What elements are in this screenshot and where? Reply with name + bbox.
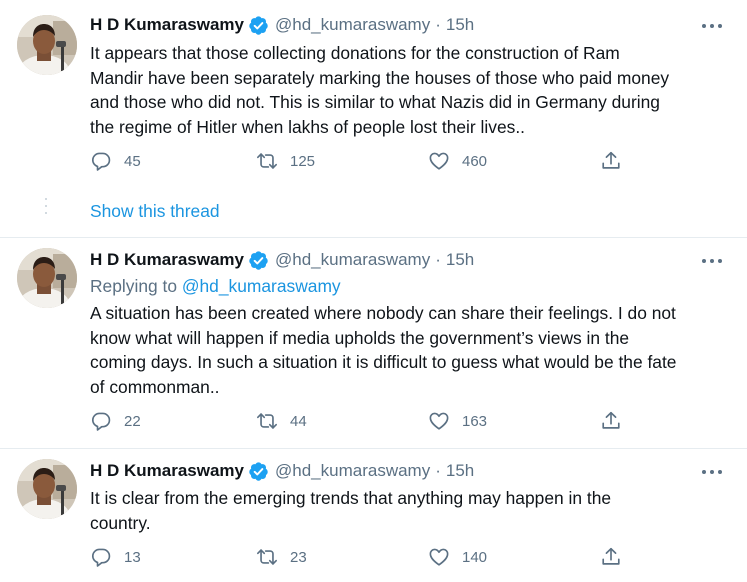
tweet-text-line: the regime of Hitler when lakhs of peopl… [90, 116, 525, 137]
divider [0, 448, 747, 449]
avatar[interactable] [17, 248, 77, 308]
retweet-count: 125 [290, 152, 316, 170]
tweet-actions: 45 125 460 [90, 150, 622, 172]
reply-count: 22 [124, 412, 141, 430]
like-count: 163 [462, 412, 488, 430]
like-button[interactable]: 163 [428, 410, 600, 432]
retweet-icon [256, 150, 278, 172]
reply-icon [90, 546, 112, 568]
author-handle[interactable]: @hd_kumaraswamy [275, 461, 430, 481]
retweet-count: 44 [290, 412, 307, 430]
tweet-text-line: A situation has been created where nobod… [90, 303, 676, 323]
avatar[interactable] [17, 459, 77, 519]
separator: · [435, 461, 441, 480]
tweet-header: H D Kumaraswamy @hd_kumaraswamy · 15h [90, 249, 474, 271]
tweet-text: It appears that those collecting donatio… [90, 41, 730, 139]
retweet-icon [256, 546, 278, 568]
retweet-count: 23 [290, 548, 307, 566]
verified-icon [248, 461, 269, 482]
like-count: 460 [462, 152, 488, 170]
replying-to-handle[interactable]: @hd_kumaraswamy [182, 276, 341, 296]
show-thread-link[interactable]: Show this thread [90, 201, 220, 222]
author-handle[interactable]: @hd_kumaraswamy [275, 250, 430, 270]
tweet-actions: 22 44 163 [90, 410, 622, 432]
share-button[interactable] [600, 150, 622, 172]
share-icon [600, 150, 622, 172]
reply-count: 45 [124, 152, 141, 170]
reply-count: 13 [124, 548, 141, 566]
share-icon [600, 410, 622, 432]
separator: · [435, 250, 441, 269]
like-icon [428, 150, 450, 172]
author-name[interactable]: H D Kumaraswamy [90, 461, 244, 481]
avatar-image [17, 15, 77, 75]
author-name[interactable]: H D Kumaraswamy [90, 250, 244, 270]
reply-icon [90, 410, 112, 432]
verified-icon [248, 250, 269, 271]
tweet-text-line: Mandir have been separately marking the … [90, 67, 670, 88]
separator: · [435, 15, 441, 34]
avatar-image [17, 459, 77, 519]
tweet-text-line: It appears that those collecting donatio… [90, 43, 620, 63]
tweet-text-line: coming days. In such a situation it is d… [90, 352, 677, 372]
reply-button[interactable]: 13 [90, 546, 256, 568]
more-icon[interactable] [701, 467, 723, 477]
replying-to: Replying to @hd_kumaraswamy [90, 276, 341, 297]
timestamp[interactable]: 15h [446, 15, 474, 35]
tweet-text: It is clear from the emerging trends tha… [90, 486, 730, 535]
like-icon [428, 410, 450, 432]
retweet-button[interactable]: 23 [256, 546, 428, 568]
more-icon[interactable] [701, 21, 723, 31]
avatar-image [17, 248, 77, 308]
share-button[interactable] [600, 546, 622, 568]
reply-button[interactable]: 45 [90, 150, 256, 172]
replying-to-label: Replying to [90, 276, 178, 296]
like-icon [428, 546, 450, 568]
tweet-text: A situation has been created where nobod… [90, 301, 730, 399]
tweet-text-line: and those who did not. This is similar t… [90, 92, 660, 112]
tweet-text-line: know what will happen if media upholds t… [90, 327, 630, 348]
thread-connector [45, 198, 47, 219]
share-button[interactable] [600, 410, 622, 432]
retweet-button[interactable]: 125 [256, 150, 428, 172]
tweet-header: H D Kumaraswamy @hd_kumaraswamy · 15h [90, 14, 474, 36]
reply-icon [90, 150, 112, 172]
share-icon [600, 546, 622, 568]
reply-button[interactable]: 22 [90, 410, 256, 432]
retweet-button[interactable]: 44 [256, 410, 428, 432]
author-name[interactable]: H D Kumaraswamy [90, 15, 244, 35]
like-button[interactable]: 140 [428, 546, 600, 568]
author-handle[interactable]: @hd_kumaraswamy [275, 15, 430, 35]
tweet-text-line: It is clear from the emerging trends tha… [90, 488, 612, 508]
tweet-text-line: of commonman.. [90, 376, 220, 397]
divider [0, 237, 747, 238]
tweet-actions: 13 23 140 [90, 546, 622, 568]
like-count: 140 [462, 548, 488, 566]
tweet-header: H D Kumaraswamy @hd_kumaraswamy · 15h [90, 460, 474, 482]
avatar[interactable] [17, 15, 77, 75]
timestamp[interactable]: 15h [446, 461, 474, 481]
tweet-text-line: country. [90, 512, 151, 533]
verified-icon [248, 15, 269, 36]
timestamp[interactable]: 15h [446, 250, 474, 270]
retweet-icon [256, 410, 278, 432]
like-button[interactable]: 460 [428, 150, 600, 172]
more-icon[interactable] [701, 256, 723, 266]
